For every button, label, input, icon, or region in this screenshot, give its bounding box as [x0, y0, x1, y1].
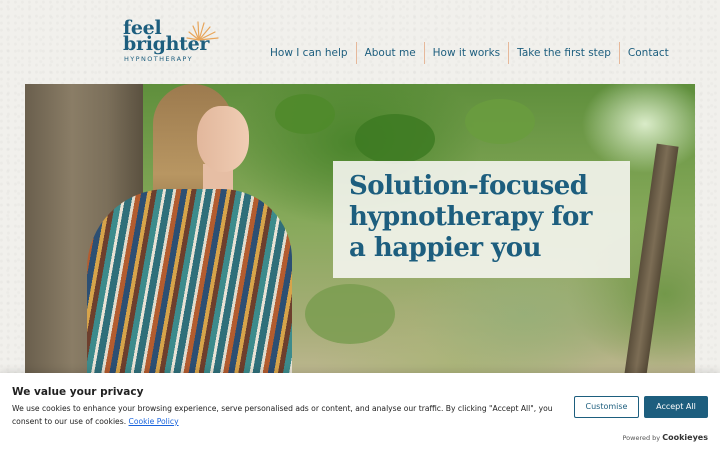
hero-photo-leaf	[305, 284, 395, 344]
hero-photo-tree-right	[623, 143, 679, 384]
powered-by-cookieyes[interactable]: Powered by Cookieyes	[622, 433, 708, 442]
hero-photo-leaf	[275, 94, 335, 134]
site-logo[interactable]: feel brighter HYPNOTHERAPY	[123, 18, 223, 66]
cookie-banner-title: We value your privacy	[12, 386, 144, 398]
nav-item-how-it-works[interactable]: How it works	[423, 42, 509, 64]
nav-item-contact[interactable]: Contact	[618, 42, 677, 64]
cookie-banner-description: We use cookies to enhance your browsing …	[12, 404, 553, 426]
logo-subtitle: HYPNOTHERAPY	[124, 55, 193, 63]
nav-item-about-me[interactable]: About me	[355, 42, 424, 64]
powered-by-label: Powered by	[622, 434, 661, 442]
sun-rays-icon	[186, 21, 219, 41]
customise-button[interactable]: Customise	[574, 396, 639, 418]
hero-photo-leaf	[465, 99, 535, 144]
cookie-policy-link[interactable]: Cookie Policy	[129, 417, 179, 426]
main-nav: How I can help About me How it works Tak…	[262, 42, 677, 64]
hero-photo-leaf	[355, 114, 435, 164]
hero-photo-striped-shirt	[87, 189, 292, 384]
cookie-banner-text: We use cookies to enhance your browsing …	[12, 403, 567, 428]
cookieyes-logo: Cookieyes	[662, 433, 708, 442]
cookie-consent-banner: We value your privacy We use cookies to …	[0, 373, 720, 450]
hero-banner: Solution-focused hypnotherapy for a happ…	[25, 84, 695, 384]
hero-headline-box: Solution-focused hypnotherapy for a happ…	[333, 161, 630, 278]
nav-item-how-i-can-help[interactable]: How I can help	[262, 42, 356, 64]
hero-title: Solution-focused hypnotherapy for a happ…	[349, 171, 593, 263]
hero-photo-face	[197, 106, 249, 172]
nav-item-take-the-first-step[interactable]: Take the first step	[508, 42, 619, 64]
accept-all-button[interactable]: Accept All	[644, 396, 708, 418]
